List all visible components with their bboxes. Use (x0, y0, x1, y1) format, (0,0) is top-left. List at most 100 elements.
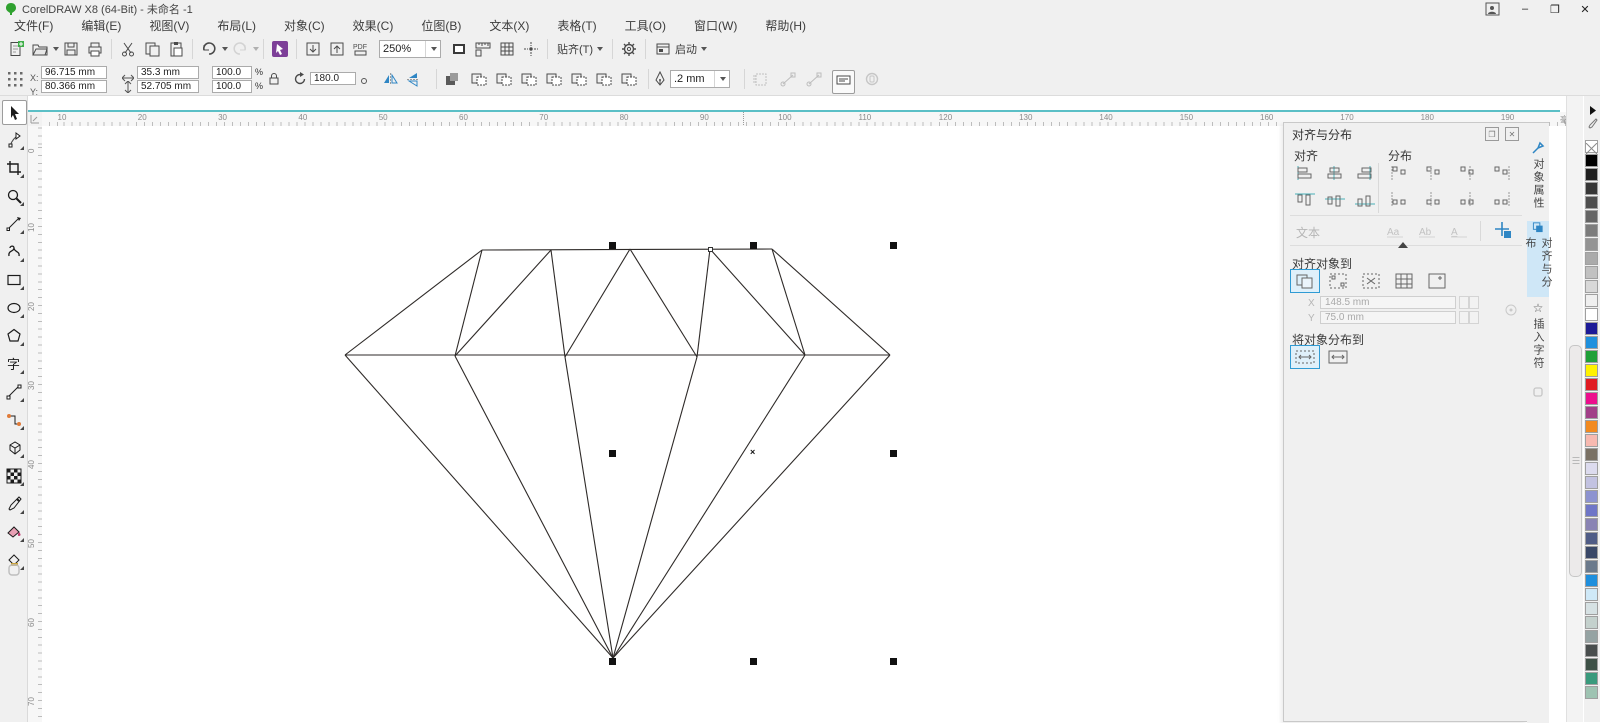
paste-button[interactable] (164, 37, 188, 61)
align-text-first-line-button[interactable]: Aa (1380, 219, 1410, 243)
new-document-button[interactable] (4, 37, 28, 61)
sign-in-icon[interactable] (1485, 2, 1500, 19)
outline-flyout-tool[interactable] (2, 558, 25, 581)
menu-5[interactable]: 效果(C) (339, 18, 408, 35)
scrollbar-thumb[interactable] (1569, 345, 1582, 577)
color-swatch[interactable] (1585, 476, 1598, 489)
menu-1[interactable]: 编辑(E) (67, 18, 135, 35)
distribute-spacing-v-button[interactable] (1454, 187, 1484, 211)
align-right-button[interactable] (1350, 161, 1380, 185)
align-center-v-button[interactable] (1320, 187, 1350, 211)
menu-4[interactable]: 对象(C) (270, 18, 339, 35)
save-button[interactable] (59, 37, 83, 61)
shape-tool[interactable] (2, 128, 25, 151)
lock-ratio-button[interactable] (268, 72, 280, 91)
snap-menu-button[interactable]: 贴齐(T) (552, 37, 608, 61)
tab-align-distribute[interactable]: 对齐与分布 (1527, 221, 1549, 297)
color-swatch[interactable] (1585, 224, 1598, 237)
selection-handle[interactable] (750, 242, 757, 249)
color-swatch[interactable] (1585, 490, 1598, 503)
docker-float-button[interactable]: ❐ (1485, 127, 1499, 141)
align-bottom-button[interactable] (1350, 187, 1380, 211)
menu-8[interactable]: 表格(T) (543, 18, 610, 35)
ruler-origin[interactable] (28, 112, 43, 127)
quick-customize-button[interactable] (864, 71, 880, 92)
shaping-button-0[interactable] (470, 72, 488, 92)
align-to-point-button[interactable] (1422, 269, 1452, 293)
specify-point-button[interactable] (1488, 218, 1518, 242)
open-button[interactable] (28, 37, 52, 61)
color-swatch[interactable] (1585, 364, 1598, 377)
menu-6[interactable]: 位图(B) (407, 18, 475, 35)
align-text-baseline-button[interactable]: Ab (1412, 219, 1442, 243)
distribute-left-button[interactable] (1386, 161, 1416, 185)
menu-0[interactable]: 文件(F) (0, 18, 67, 35)
show-rulers-button[interactable] (471, 37, 495, 61)
selection-handle[interactable] (609, 450, 616, 457)
color-swatch[interactable] (1585, 210, 1598, 223)
welcome-screen-button[interactable] (268, 37, 292, 61)
align-x-field[interactable]: 148.5 mm (1320, 296, 1456, 309)
distribute-center-v-button[interactable] (1420, 187, 1450, 211)
align-top-button[interactable] (1290, 187, 1320, 211)
tab-insert-character[interactable]: ☆插入字符 (1527, 301, 1549, 377)
color-swatch[interactable] (1585, 546, 1598, 559)
shaping-button-4[interactable] (570, 72, 588, 92)
rectangle-tool[interactable] (2, 268, 25, 291)
redo-button[interactable] (228, 37, 252, 61)
tab-object-properties[interactable]: 对象属性 (1527, 141, 1549, 217)
align-to-page-center-button[interactable] (1356, 269, 1386, 293)
artistic-media-tool[interactable] (2, 240, 25, 263)
color-swatch[interactable] (1585, 644, 1598, 657)
crop-tool[interactable] (2, 156, 25, 179)
scale-x-field[interactable]: 100.0 (212, 66, 252, 79)
print-button[interactable] (83, 37, 107, 61)
docker-pin-icon[interactable] (1531, 385, 1545, 404)
color-swatch[interactable] (1585, 238, 1598, 251)
color-swatch[interactable] (1585, 154, 1598, 167)
options-button[interactable] (617, 37, 641, 61)
object-width-field[interactable]: 35.3 mm (137, 66, 199, 79)
menu-9[interactable]: 工具(O) (611, 18, 680, 35)
fullscreen-preview-button[interactable] (447, 37, 471, 61)
transparency-tool[interactable] (2, 464, 25, 487)
selection-handle[interactable] (890, 450, 897, 457)
color-swatch[interactable] (1585, 630, 1598, 643)
cut-button[interactable] (116, 37, 140, 61)
object-order-button[interactable] (444, 71, 460, 92)
color-swatch[interactable] (1585, 462, 1598, 475)
color-swatch[interactable] (1585, 504, 1598, 517)
align-text-bounding-button[interactable]: A̲ (1444, 219, 1474, 243)
color-swatch[interactable] (1585, 658, 1598, 671)
align-to-active-objects-button[interactable] (1290, 269, 1320, 293)
x-position-field[interactable]: 96.715 mm (41, 66, 107, 79)
align-to-page-edge-button[interactable] (1323, 269, 1353, 293)
shaping-button-2[interactable] (520, 72, 538, 92)
color-swatch[interactable] (1585, 322, 1598, 335)
color-swatch[interactable] (1585, 588, 1598, 601)
color-swatch[interactable] (1585, 266, 1598, 279)
color-swatch[interactable] (1585, 336, 1598, 349)
align-y-field[interactable]: 75.0 mm (1320, 311, 1456, 324)
color-swatch[interactable] (1585, 672, 1598, 685)
vertical-scrollbar[interactable] (1566, 96, 1583, 722)
smart-fill-tool[interactable] (2, 520, 25, 543)
zoom-level-combo[interactable]: 250% (379, 40, 441, 58)
distribute-to-page-button[interactable] (1323, 345, 1353, 369)
selection-center-marker[interactable]: × (750, 447, 755, 457)
color-swatch[interactable] (1585, 686, 1598, 699)
wrap-text-button[interactable] (752, 72, 770, 92)
color-swatch[interactable] (1585, 280, 1598, 293)
color-swatch[interactable] (1585, 182, 1598, 195)
undo-button[interactable] (197, 37, 221, 61)
dimension-tool[interactable] (2, 380, 25, 403)
color-swatch[interactable] (1585, 196, 1598, 209)
color-swatch[interactable] (1585, 574, 1598, 587)
color-swatch[interactable] (1585, 350, 1598, 363)
edit-curve-button[interactable] (806, 72, 823, 92)
copy-button[interactable] (140, 37, 164, 61)
pick-tool[interactable] (2, 100, 27, 125)
outline-width-combo[interactable]: .2 mm (670, 70, 730, 88)
zoom-dropdown-icon[interactable] (425, 41, 440, 57)
restore-button[interactable]: ❐ (1540, 0, 1570, 18)
